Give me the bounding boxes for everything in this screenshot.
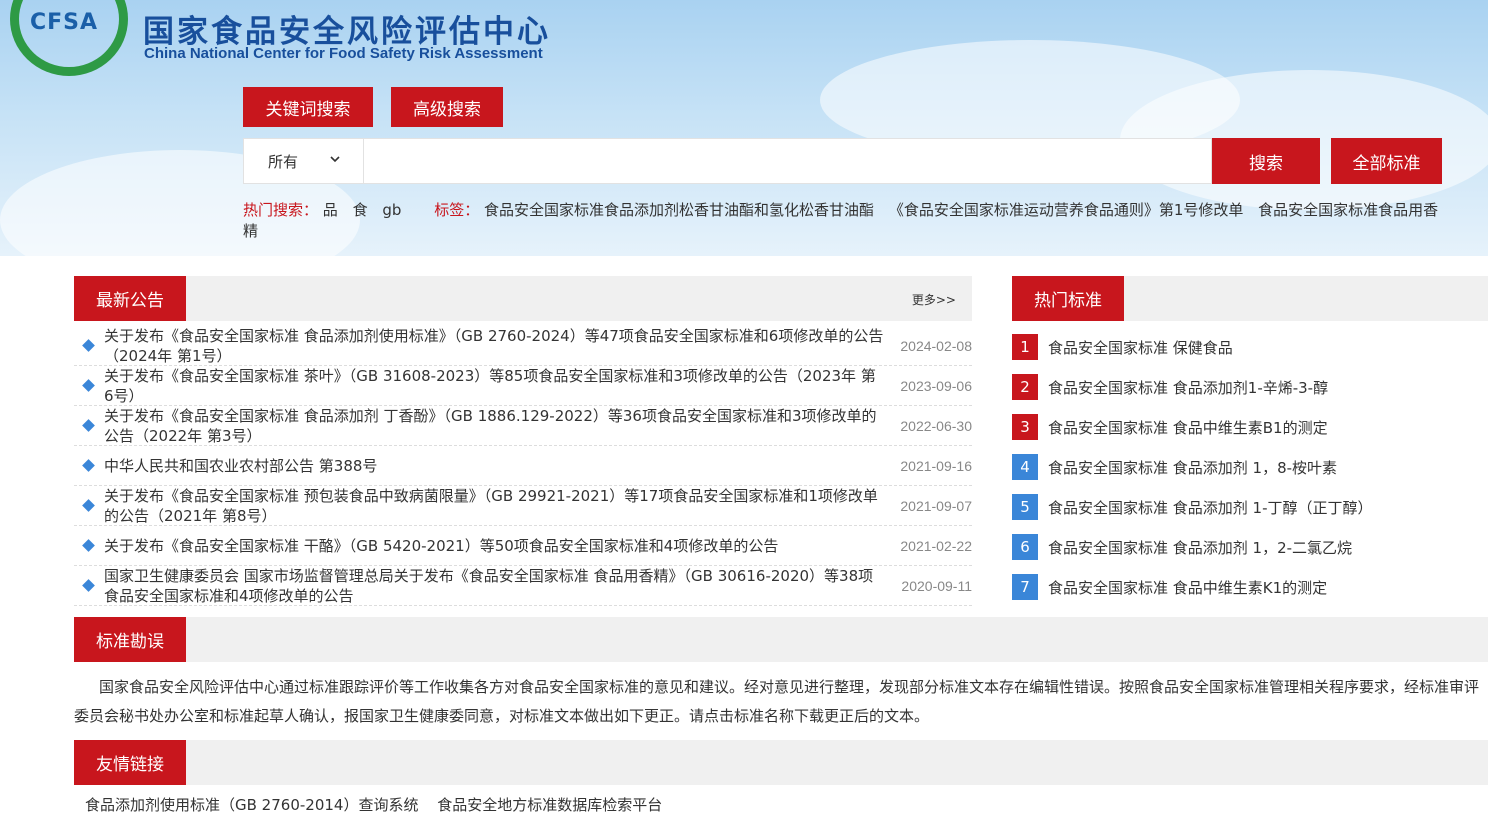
all-standards-button[interactable]: 全部标准 [1331,138,1442,184]
announcement-title[interactable]: 关于发布《食品安全国家标准 茶叶》（GB 31608-2023）等85项食品安全… [104,366,884,406]
logo[interactable]: CFSA [30,10,98,35]
hot-standard-title[interactable]: 食品安全国家标准 食品添加剂1-辛烯-3-醇 [1048,377,1328,398]
hot-search-label: 热门搜索： [243,201,319,219]
hot-standard-title[interactable]: 食品安全国家标准 食品添加剂 1，2-二氯乙烷 [1048,537,1352,558]
bullet-icon [82,539,95,552]
announcement-title[interactable]: 关于发布《食品安全国家标准 食品添加剂 丁香酚》（GB 1886.129-202… [104,406,884,446]
announcement-date: 2024-02-08 [900,337,972,354]
announcement-date: 2021-09-07 [900,497,972,514]
hot-standards-title: 热门标准 [1012,276,1124,321]
announcement-title[interactable]: 关于发布《食品安全国家标准 干酪》（GB 5420-2021）等50项食品安全国… [104,536,884,556]
bullet-icon [82,339,95,352]
announcement-title[interactable]: 关于发布《食品安全国家标准 预包装食品中致病菌限量》（GB 29921-2021… [104,486,884,526]
announcements-title: 最新公告 [74,276,186,321]
announcement-date: 2021-02-22 [900,537,972,554]
scope-selected-label: 所有 [268,152,299,171]
scope-select[interactable]: 所有 [243,138,364,184]
search-input[interactable] [364,138,1212,184]
tag-link[interactable]: 食品安全国家标准食品添加剂松香甘油酯和氢化松香甘油酯 [484,201,874,219]
hot-standard-title[interactable]: 食品安全国家标准 保健食品 [1048,337,1233,358]
list-item[interactable]: 国家卫生健康委员会 国家市场监督管理总局关于发布《食品安全国家标准 食品用香精》… [74,566,972,606]
rank-badge: 4 [1012,454,1038,480]
hot-search-term[interactable]: 品 [323,201,338,219]
bullet-icon [82,459,95,472]
list-item[interactable]: 1 食品安全国家标准 保健食品 [1012,327,1488,367]
rank-badge: 3 [1012,414,1038,440]
rank-badge: 6 [1012,534,1038,560]
announcement-title[interactable]: 国家卫生健康委员会 国家市场监督管理总局关于发布《食品安全国家标准 食品用香精》… [104,566,884,606]
erratum-header: 标准勘误 [74,617,1488,662]
site-header: CFSA 国家食品安全风险评估中心 China National Center … [0,0,1488,256]
list-item[interactable]: 3 食品安全国家标准 食品中维生素B1的测定 [1012,407,1488,447]
list-item[interactable]: 2 食品安全国家标准 食品添加剂1-辛烯-3-醇 [1012,367,1488,407]
hot-standard-title[interactable]: 食品安全国家标准 食品添加剂 1-丁醇（正丁醇） [1048,497,1373,518]
hot-standard-title[interactable]: 食品安全国家标准 食品中维生素K1的测定 [1048,577,1327,598]
list-item[interactable]: 关于发布《食品安全国家标准 干酪》（GB 5420-2021）等50项食品安全国… [74,526,972,566]
rank-badge: 5 [1012,494,1038,520]
list-item[interactable]: 关于发布《食品安全国家标准 食品添加剂 丁香酚》（GB 1886.129-202… [74,406,972,446]
friendly-links: 食品添加剂使用标准（GB 2760-2014）查询系统 食品安全地方标准数据库检… [85,794,676,815]
list-item[interactable]: 关于发布《食品安全国家标准 茶叶》（GB 31608-2023）等85项食品安全… [74,366,972,406]
announcements-header: 最新公告 更多>> [74,276,972,321]
bullet-icon [82,419,95,432]
site-subtitle: China National Center for Food Safety Ri… [144,45,543,62]
tags-label: 标签： [434,201,480,219]
announcement-date: 2020-09-11 [901,577,972,594]
rank-badge: 2 [1012,374,1038,400]
rank-badge: 1 [1012,334,1038,360]
friendly-link[interactable]: 食品安全地方标准数据库检索平台 [437,796,662,814]
hot-standards-header: 热门标准 [1012,276,1488,321]
erratum-title: 标准勘误 [74,617,186,662]
announcement-date: 2023-09-06 [900,377,972,394]
tag-link[interactable]: 《食品安全国家标准运动营养食品通则》第1号修改单 [889,201,1244,219]
rank-badge: 7 [1012,574,1038,600]
announcement-title[interactable]: 关于发布《食品安全国家标准 食品添加剂使用标准》（GB 2760-2024）等4… [104,326,884,366]
tab-advanced-search[interactable]: 高级搜索 [391,87,503,127]
chevron-down-icon [329,153,341,168]
bullet-icon [82,379,95,392]
list-item[interactable]: 4 食品安全国家标准 食品添加剂 1，8-桉叶素 [1012,447,1488,487]
list-item[interactable]: 7 食品安全国家标准 食品中维生素K1的测定 [1012,567,1488,607]
hot-standards-list: 1 食品安全国家标准 保健食品 2 食品安全国家标准 食品添加剂1-辛烯-3-醇… [1012,327,1488,607]
hot-search-line: 热门搜索： 品 食 gb 标签： 食品安全国家标准食品添加剂松香甘油酯和氢化松香… [243,200,1443,242]
bullet-icon [82,579,95,592]
search-button[interactable]: 搜索 [1212,138,1320,184]
links-header: 友情链接 [74,740,1488,785]
links-title: 友情链接 [74,740,186,785]
search-bar: 所有 搜索 全部标准 [243,138,1443,184]
announcement-date: 2022-06-30 [900,417,972,434]
tab-keyword-search[interactable]: 关键词搜索 [243,87,373,127]
list-item[interactable]: 中华人民共和国农业农村部公告 第388号 2021-09-16 [74,446,972,486]
list-item[interactable]: 5 食品安全国家标准 食品添加剂 1-丁醇（正丁醇） [1012,487,1488,527]
hot-search-term[interactable]: 食 [353,201,368,219]
hot-standard-title[interactable]: 食品安全国家标准 食品中维生素B1的测定 [1048,417,1328,438]
bullet-icon [82,499,95,512]
friendly-link[interactable]: 食品添加剂使用标准（GB 2760-2014）查询系统 [85,796,418,814]
list-item[interactable]: 关于发布《食品安全国家标准 食品添加剂使用标准》（GB 2760-2024）等4… [74,326,972,366]
hot-standard-title[interactable]: 食品安全国家标准 食品添加剂 1，8-桉叶素 [1048,457,1337,478]
announcements-list: 关于发布《食品安全国家标准 食品添加剂使用标准》（GB 2760-2024）等4… [74,326,972,606]
hot-search-term[interactable]: gb [382,201,401,219]
announcement-date: 2021-09-16 [900,457,972,474]
list-item[interactable]: 关于发布《食品安全国家标准 预包装食品中致病菌限量》（GB 29921-2021… [74,486,972,526]
list-item[interactable]: 6 食品安全国家标准 食品添加剂 1，2-二氯乙烷 [1012,527,1488,567]
erratum-description: 国家食品安全风险评估中心通过标准跟踪评价等工作收集各方对食品安全国家标准的意见和… [74,678,1480,725]
announcement-title[interactable]: 中华人民共和国农业农村部公告 第388号 [104,456,884,476]
more-link[interactable]: 更多>> [912,291,956,308]
